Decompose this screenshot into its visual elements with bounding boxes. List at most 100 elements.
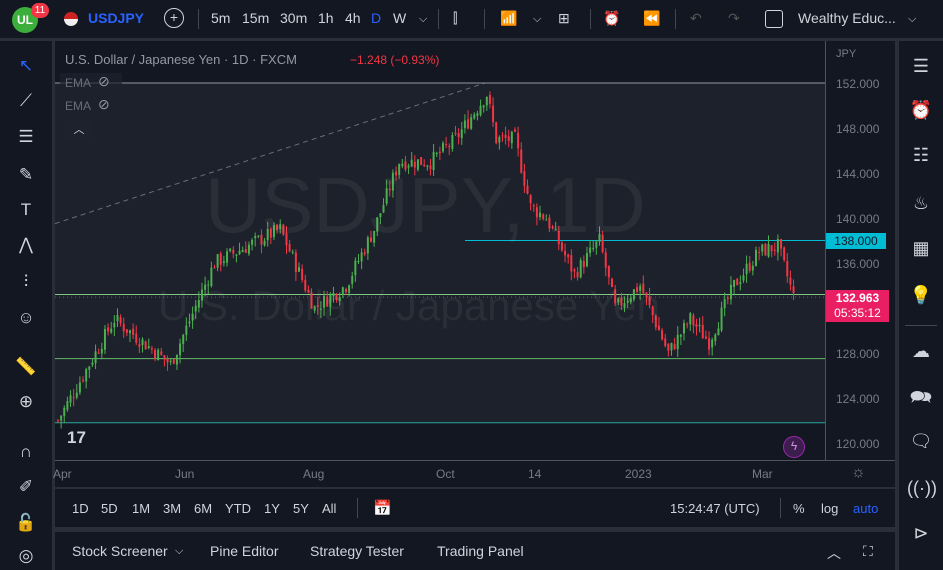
- interval-30m[interactable]: 30m: [280, 10, 307, 26]
- chevron-up-icon[interactable]: ︿: [827, 543, 841, 563]
- interval-1h[interactable]: 1h: [318, 10, 334, 26]
- data-window-icon[interactable]: ☷: [907, 142, 935, 168]
- trend-line-icon[interactable]: ⟋: [14, 90, 38, 112]
- streams-icon[interactable]: ((·)): [907, 475, 937, 501]
- range-5d[interactable]: 5D: [101, 501, 118, 516]
- hidden-eye-icon[interactable]: ⊘: [98, 73, 110, 90]
- candle: [235, 254, 238, 256]
- candle: [169, 360, 172, 362]
- chevron-down-icon[interactable]: ⌵: [533, 13, 541, 26]
- log-toggle[interactable]: log: [821, 501, 838, 516]
- interval-4h[interactable]: 4h: [345, 10, 361, 26]
- chevron-down-icon[interactable]: ⌵: [908, 13, 916, 26]
- candle: [72, 397, 75, 399]
- lock-drawings-icon[interactable]: ✐: [14, 476, 38, 498]
- indicator-ema-1[interactable]: EMA ⊘ EMA ⊘: [60, 73, 122, 119]
- alert-icon[interactable]: ⏰: [603, 10, 620, 27]
- candle: [670, 342, 673, 351]
- indicators-icon[interactable]: 📶: [500, 10, 517, 27]
- ruler-icon[interactable]: 📏: [14, 356, 38, 378]
- alarm-clock-icon[interactable]: ⏰: [907, 97, 935, 123]
- tradingview-logo: 17: [67, 428, 86, 447]
- layouts-icon[interactable]: ⊞: [558, 10, 570, 27]
- candle: [479, 105, 482, 116]
- chats-icon[interactable]: 🗪: [907, 384, 935, 410]
- calendar-icon[interactable]: ▦: [907, 235, 935, 261]
- layout-name[interactable]: Wealthy Educ...: [798, 10, 896, 26]
- auto-toggle[interactable]: auto: [853, 501, 878, 516]
- price-axis[interactable]: JPY 152.000 148.000 144.000 140.000 136.…: [825, 41, 895, 481]
- chevron-down-icon[interactable]: ⌵: [175, 545, 183, 558]
- tab-pine-editor[interactable]: Pine Editor: [210, 543, 278, 559]
- broadcast-play-icon[interactable]: ⊳: [907, 520, 935, 546]
- tab-trading-panel[interactable]: Trading Panel: [437, 543, 524, 559]
- messages-icon[interactable]: 🗨: [907, 428, 935, 454]
- collapse-legend-button[interactable]: ︿: [65, 120, 93, 140]
- maximize-icon[interactable]: ⛶: [863, 543, 873, 560]
- candle: [435, 152, 438, 155]
- symbol-search[interactable]: USDJPY: [88, 10, 144, 26]
- candle: [128, 330, 131, 334]
- tab-stock-screener[interactable]: Stock Screener: [72, 543, 168, 559]
- lightning-icon[interactable]: ϟ: [783, 436, 805, 458]
- range-5y[interactable]: 5Y: [293, 501, 309, 516]
- pattern-icon[interactable]: ⋀: [14, 234, 38, 256]
- candle: [786, 260, 789, 277]
- prediction-icon[interactable]: ⫶: [14, 271, 38, 293]
- undo-icon[interactable]: ↶: [690, 10, 702, 27]
- candle: [66, 401, 69, 410]
- watchlist-icon[interactable]: ☰: [907, 53, 935, 79]
- candle: [676, 334, 679, 350]
- watermark-name: U.S. Dollar / Japanese Yen: [158, 282, 660, 329]
- tab-strategy-tester[interactable]: Strategy Tester: [310, 543, 404, 559]
- candle: [664, 338, 667, 346]
- replay-icon[interactable]: ⏪: [643, 10, 660, 27]
- interval-5m[interactable]: 5m: [211, 10, 230, 26]
- candle: [107, 327, 110, 332]
- hotlist-fire-icon[interactable]: ♨: [907, 190, 935, 216]
- candle: [504, 134, 507, 139]
- chevron-down-icon[interactable]: ⌵: [419, 13, 427, 26]
- candle: [291, 251, 294, 253]
- candle: [723, 299, 726, 309]
- zoom-in-icon[interactable]: ⊕: [14, 391, 38, 413]
- ideas-lightbulb-icon[interactable]: 💡: [907, 282, 935, 308]
- clock[interactable]: 15:24:47 (UTC): [670, 501, 760, 516]
- range-ytd[interactable]: YTD: [225, 501, 251, 516]
- range-1m[interactable]: 1M: [132, 501, 150, 516]
- settings-gear-icon[interactable]: ☼: [851, 464, 866, 482]
- percent-toggle[interactable]: %: [793, 501, 805, 516]
- candle: [692, 315, 695, 326]
- range-6m[interactable]: 6M: [194, 501, 212, 516]
- candles-icon[interactable]: ⫿: [453, 10, 457, 27]
- interval-15m[interactable]: 15m: [242, 10, 269, 26]
- redo-icon[interactable]: ↷: [728, 10, 740, 27]
- candle: [679, 334, 682, 337]
- emoji-icon[interactable]: ☺: [14, 307, 38, 329]
- goto-date-icon[interactable]: 📅: [373, 499, 392, 517]
- brush-icon[interactable]: ✎: [14, 164, 38, 186]
- range-all[interactable]: All: [322, 501, 336, 516]
- range-1y[interactable]: 1Y: [264, 501, 280, 516]
- candle: [172, 359, 175, 364]
- horizontal-lines-icon[interactable]: ☰: [14, 126, 38, 148]
- text-icon[interactable]: T: [14, 199, 38, 221]
- eye-icon[interactable]: ◎: [14, 545, 38, 567]
- interval-d[interactable]: D: [371, 10, 381, 26]
- candle: [667, 343, 670, 351]
- candle: [745, 263, 748, 275]
- lock-icon[interactable]: 🔓: [14, 512, 38, 534]
- range-3m[interactable]: 3M: [163, 501, 181, 516]
- minds-cloud-icon[interactable]: ☁: [907, 338, 935, 364]
- magnet-icon[interactable]: ∩: [14, 441, 38, 463]
- range-1d[interactable]: 1D: [72, 501, 89, 516]
- cursor-icon[interactable]: ↖: [14, 55, 38, 77]
- candle: [166, 358, 169, 363]
- layout-checkbox[interactable]: [765, 10, 783, 28]
- ema-label: EMA: [65, 99, 92, 113]
- currency-selector[interactable]: JPY: [836, 48, 856, 60]
- hidden-eye-icon[interactable]: ⊘: [98, 96, 110, 113]
- interval-w[interactable]: W: [393, 10, 406, 26]
- candle: [470, 117, 473, 129]
- add-symbol-icon[interactable]: +: [164, 8, 184, 28]
